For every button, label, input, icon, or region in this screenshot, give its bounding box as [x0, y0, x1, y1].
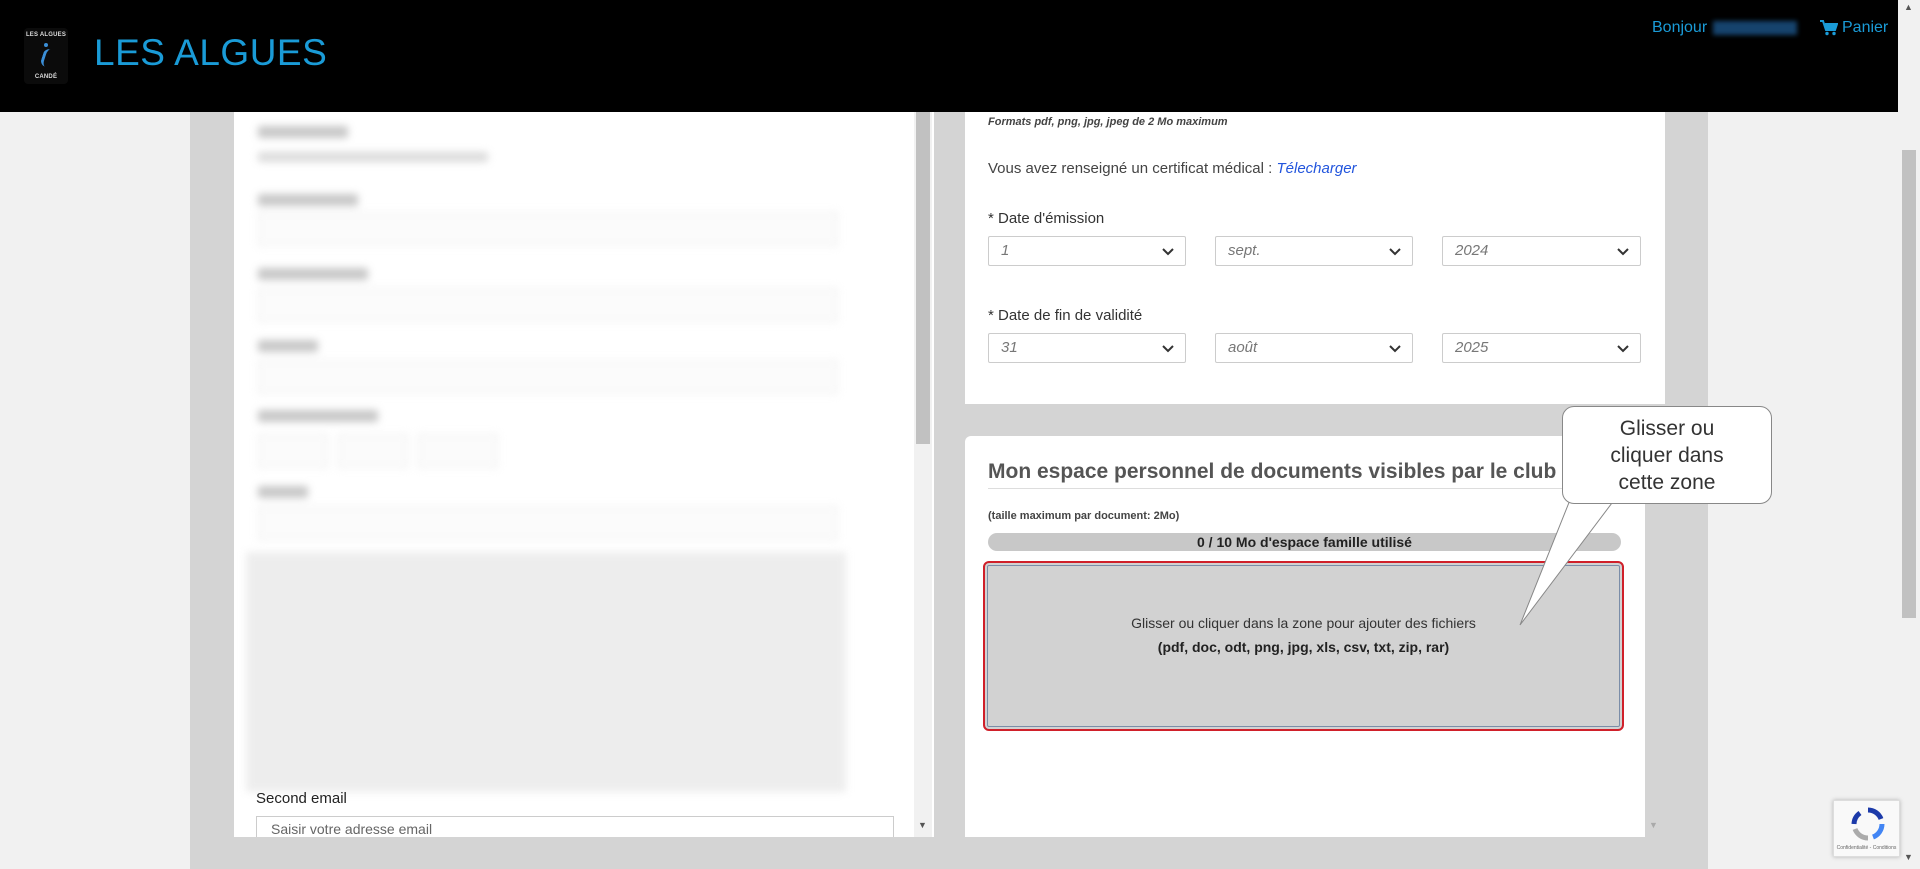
blurred-form-fields — [246, 112, 856, 792]
callout-line-3: cette zone — [1618, 471, 1716, 494]
gymnast-icon — [39, 43, 53, 69]
window-scrollbar[interactable]: ▲ ▼ — [1898, 0, 1920, 869]
member-form-panel: Second email Saisir votre adresse email — [234, 112, 934, 837]
issue-month-value: sept. — [1228, 242, 1261, 259]
download-certificate-link[interactable]: Télecharger — [1277, 160, 1357, 177]
chevron-down-icon — [1162, 248, 1174, 256]
form-scroll-down-icon[interactable]: ▼ — [918, 820, 927, 830]
cart-label: Panier — [1842, 19, 1889, 36]
club-logo[interactable]: LES ALGUES CANDÉ — [24, 28, 68, 84]
callout-bubble: Glisser ou cliquer dans cette zone — [1562, 406, 1772, 504]
logo-text-bottom: CANDÉ — [34, 74, 58, 80]
end-day-select[interactable]: 31 — [988, 333, 1186, 363]
second-email-input[interactable]: Saisir votre adresse email — [256, 816, 894, 837]
issue-year-select[interactable]: 2024 — [1442, 236, 1641, 266]
end-year-value: 2025 — [1455, 339, 1489, 356]
form-scrollbar-thumb[interactable] — [916, 112, 930, 444]
issue-day-value: 1 — [1001, 242, 1010, 259]
recaptcha-icon — [1851, 807, 1885, 841]
issue-month-select[interactable]: sept. — [1215, 236, 1413, 266]
formats-note: Formats pdf, png, jpg, jpeg de 2 Mo maxi… — [988, 116, 1228, 128]
chevron-down-icon — [1162, 345, 1174, 353]
documents-title: Mon espace personnel de documents visibl… — [988, 460, 1557, 483]
documents-scroll-down-icon[interactable]: ▼ — [1649, 820, 1658, 830]
redacted-username — [1713, 20, 1798, 35]
user-greeting[interactable]: Bonjour — [1652, 19, 1798, 37]
window-scrollbar-thumb[interactable] — [1902, 150, 1916, 618]
recaptcha-badge[interactable]: Confidentialité - Conditions — [1833, 800, 1900, 857]
issue-date-label: * Date d'émission — [988, 210, 1105, 227]
end-month-value: août — [1228, 339, 1258, 356]
scroll-up-icon[interactable]: ▲ — [1904, 2, 1913, 12]
end-day-value: 31 — [1001, 339, 1018, 356]
callout-tail — [1519, 495, 1619, 626]
issue-day-select[interactable]: 1 — [988, 236, 1186, 266]
second-email-label: Second email — [256, 790, 347, 807]
site-title[interactable]: LES ALGUES — [94, 32, 327, 74]
chevron-down-icon — [1617, 248, 1629, 256]
end-month-select[interactable]: août — [1215, 333, 1413, 363]
storage-usage-text: 0 / 10 Mo d'espace famille utilisé — [1197, 534, 1412, 550]
end-year-select[interactable]: 2025 — [1442, 333, 1641, 363]
certificate-text: Vous avez renseigné un certificat médica… — [988, 160, 1273, 177]
greeting-text: Bonjour — [1652, 19, 1708, 36]
scroll-down-icon[interactable]: ▼ — [1904, 852, 1913, 862]
chevron-down-icon — [1389, 248, 1401, 256]
chevron-down-icon — [1617, 345, 1629, 353]
certificate-status: Vous avez renseigné un certificat médica… — [988, 160, 1357, 177]
dropzone-file-types: (pdf, doc, odt, png, jpg, xls, csv, txt,… — [1157, 639, 1450, 655]
top-navbar: LES ALGUES CANDÉ LES ALGUES Bonjour Pani… — [0, 0, 1898, 112]
cart-link[interactable]: Panier — [1820, 19, 1888, 37]
cart-icon — [1820, 20, 1838, 36]
end-date-label: * Date de fin de validité — [988, 307, 1143, 324]
recaptcha-footer: Confidentialité - Conditions — [1836, 845, 1897, 851]
max-size-note: (taille maximum par document: 2Mo) — [988, 510, 1180, 522]
logo-text-top: LES ALGUES — [25, 32, 67, 38]
chevron-down-icon — [1389, 345, 1401, 353]
title-divider — [988, 488, 1566, 489]
issue-year-value: 2024 — [1455, 242, 1489, 259]
callout-line-1: Glisser ou — [1619, 417, 1715, 440]
callout-line-2: cliquer dans — [1610, 444, 1724, 467]
